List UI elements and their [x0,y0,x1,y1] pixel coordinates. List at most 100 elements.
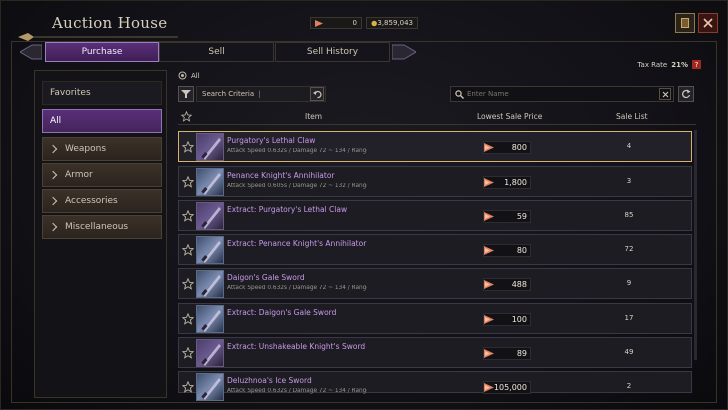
item-sale-count: 4 [626,142,632,150]
item-thumbnail [196,339,224,367]
column-lowest-sale-price[interactable]: Lowest Sale Price [477,112,542,121]
name-search-input[interactable]: Enter Name [450,86,674,102]
sidebar-item-weapons[interactable]: Weapons [42,137,162,161]
gold-currency: 3,859,043 [366,17,418,29]
table-row[interactable]: Daigon's Gale Sword Attack Speed 0.632s … [178,268,692,299]
sidebar-item-miscellaneous[interactable]: Miscellaneous [42,215,162,239]
premium-currency: 0 [310,17,362,29]
premium-currency-icon [484,280,494,289]
search-icon [455,90,464,99]
premium-currency-icon [484,212,494,221]
weapon-icon [201,378,221,400]
search-criteria-field[interactable]: Search Criteria | [196,86,326,102]
reset-criteria-button[interactable] [310,87,324,101]
table-row[interactable]: Extract: Daigon's Gale Sword 100 17 [178,303,692,334]
item-sale-count: 9 [626,279,632,287]
premium-currency-icon [484,315,494,324]
filter-button[interactable] [178,86,194,102]
premium-currency-icon [315,19,323,27]
item-name: Purgatory's Lethal Claw [227,136,316,145]
favorite-star-icon[interactable] [182,176,194,188]
favorite-star-icon[interactable] [182,210,194,222]
tax-rate: Tax Rate 21% ? [637,60,701,69]
close-icon [703,18,713,28]
sidebar-item-favorites[interactable]: Favorites [42,81,162,105]
filter-icon [181,90,191,98]
chevron-right-icon [48,222,58,232]
item-thumbnail [196,373,224,401]
tab-left-ornament-icon [20,44,42,60]
favorite-star-icon[interactable] [181,111,192,122]
item-sale-count: 49 [624,348,634,356]
table-row[interactable]: Deluzhnoa's Ice Sword Attack Speed 0.632… [178,371,692,401]
title-ornament [18,33,178,41]
favorite-star-icon[interactable] [182,313,194,325]
table-row[interactable]: Extract: Penance Knight's Annihilator 80… [178,234,692,265]
item-name: Extract: Daigon's Gale Sword [227,308,337,317]
weapon-icon [201,310,221,332]
category-icon [178,71,187,80]
item-stats: Attack Speed 0.632s / Damage 72 ~ 134 / … [227,148,367,154]
item-sale-count: 2 [626,382,632,390]
item-sale-count: 85 [624,211,634,219]
item-name: Extract: Penance Knight's Annihilator [227,239,367,248]
item-sale-count: 17 [624,314,634,322]
table-row[interactable]: Extract: Purgatory's Lethal Claw 59 85 [178,200,692,231]
breadcrumb: All [178,71,200,80]
weapon-icon [201,138,221,160]
weapon-icon [201,241,221,263]
sidebar-item-armor[interactable]: Armor [42,163,162,187]
favorite-star-icon[interactable] [182,278,194,290]
favorite-star-icon[interactable] [182,347,194,359]
search-criteria-text: Search Criteria [202,90,255,98]
item-thumbnail [196,236,224,264]
name-search-placeholder: Enter Name [467,90,509,98]
tab-right-ornament-icon [392,44,416,60]
sidebar-item-all[interactable]: All [42,109,162,133]
premium-currency-icon [484,383,494,392]
weapon-icon [201,173,221,195]
item-name: Extract: Unshakeable Knight's Sword [227,342,366,351]
sidebar-item-label: Miscellaneous [65,222,129,232]
tax-rate-value: 21% [671,60,688,69]
close-button[interactable] [698,13,718,33]
item-table-header: Item Lowest Sale Price Sale List [178,109,696,125]
favorite-star-icon[interactable] [182,141,194,153]
tax-help-button[interactable]: ? [692,60,701,69]
item-name: Deluzhnoa's Ice Sword [227,376,312,385]
sidebar-item-label: Weapons [65,144,107,154]
clear-icon [662,91,668,97]
tab-purchase[interactable]: Purchase [45,42,159,62]
column-item[interactable]: Item [305,112,322,121]
premium-currency-icon [484,178,494,187]
favorite-star-icon[interactable] [182,381,194,393]
item-thumbnail [196,133,224,161]
sidebar-item-label: Accessories [65,196,118,206]
auction-tabs: Purchase Sell Sell History [20,42,418,62]
item-stats: Attack Speed 0.632s / Damage 72 ~ 134 / … [227,388,367,394]
weapon-icon [201,275,221,297]
tab-sell-history[interactable]: Sell History [275,42,390,62]
list-scrollbar[interactable] [694,130,697,360]
refresh-button[interactable] [678,86,694,102]
breadcrumb-label: All [191,71,200,80]
window-title: Auction House [52,14,168,32]
guide-book-button[interactable] [675,13,695,33]
item-stats: Attack Speed 0.632s / Damage 72 ~ 134 / … [227,285,367,291]
sidebar-item-accessories[interactable]: Accessories [42,189,162,213]
item-thumbnail [196,168,224,196]
column-sale-list[interactable]: Sale List [616,112,648,121]
premium-currency-icon [484,246,494,255]
table-row[interactable]: Extract: Unshakeable Knight's Sword 89 4… [178,337,692,368]
table-row[interactable]: Penance Knight's Annihilator Attack Spee… [178,166,692,197]
table-row[interactable]: Purgatory's Lethal Claw Attack Speed 0.6… [178,131,692,162]
chevron-right-icon [48,196,58,206]
tab-sell[interactable]: Sell [159,42,274,62]
item-sale-count: 72 [624,245,634,253]
clear-search-button[interactable] [659,88,671,100]
weapon-icon [201,207,221,229]
refresh-icon [682,89,691,99]
premium-currency-icon [484,349,494,358]
item-thumbnail [196,202,224,230]
favorite-star-icon[interactable] [182,244,194,256]
